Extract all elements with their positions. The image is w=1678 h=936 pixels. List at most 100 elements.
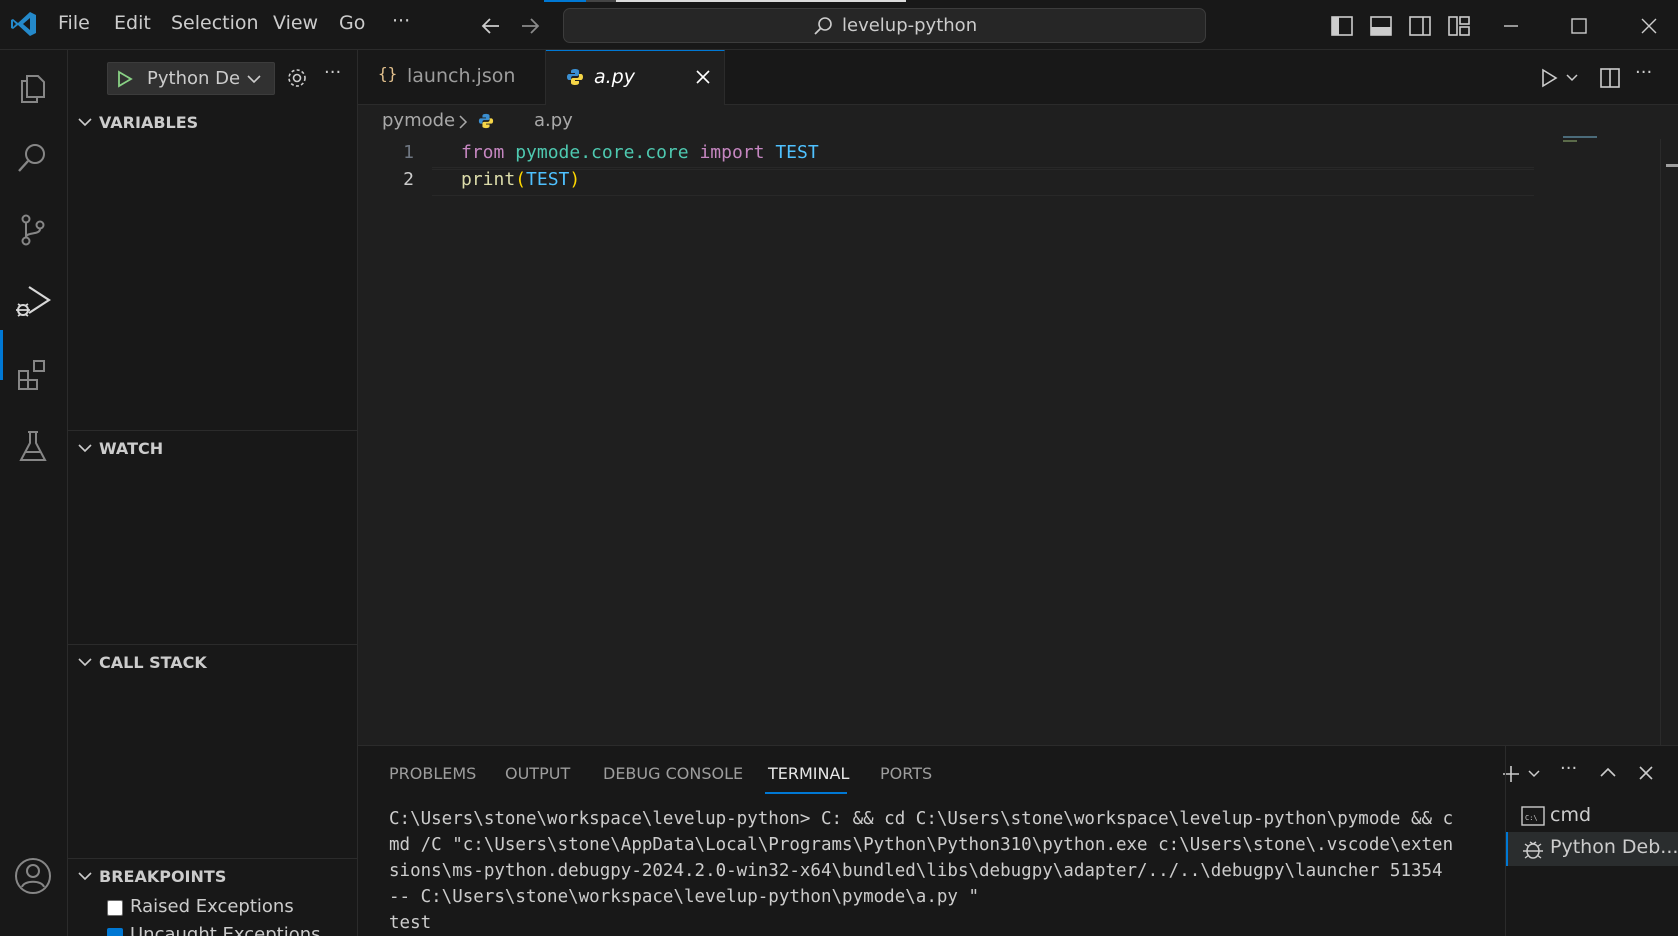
breadcrumb-folder[interactable]: pymode <box>382 110 455 131</box>
close-icon[interactable] <box>694 68 712 86</box>
debug-config-dropdown[interactable]: Python De <box>107 62 275 95</box>
menu-view[interactable]: View <box>273 12 318 34</box>
explorer-icon[interactable] <box>13 68 53 108</box>
braces-icon: {} <box>378 64 398 83</box>
terminal-item-cmd[interactable]: C:\ cmd <box>1506 801 1678 831</box>
line-number: 2 <box>403 169 414 190</box>
scrollbar-track[interactable] <box>1660 139 1661 745</box>
checkbox-uncaught-exceptions[interactable] <box>107 928 123 936</box>
terminal-name: cmd <box>1550 804 1592 826</box>
watch-header[interactable]: WATCH <box>68 434 358 464</box>
constant-token: TEST <box>775 142 819 163</box>
account-icon[interactable] <box>13 856 53 896</box>
panel-tab-terminal[interactable]: TERMINAL <box>768 764 849 783</box>
debug-bug-icon <box>1523 841 1543 859</box>
command-center-search[interactable]: levelup-python <box>563 8 1206 43</box>
variables-header[interactable]: VARIABLES <box>68 108 358 138</box>
editor-more-icon[interactable]: ··· <box>1635 62 1652 83</box>
menu-more[interactable]: ··· <box>392 10 410 32</box>
testing-icon[interactable] <box>13 427 53 467</box>
activity-bar <box>0 50 68 936</box>
scrollbar-cursor-marker <box>1666 164 1678 167</box>
breadcrumb-file[interactable]: a.py <box>534 110 573 131</box>
chevron-down-icon <box>78 118 92 127</box>
terminal-output[interactable]: C:\Users\stone\workspace\levelup-python>… <box>389 806 1459 936</box>
minimize-icon[interactable] <box>1500 15 1522 37</box>
split-editor-icon[interactable] <box>1598 66 1622 90</box>
title-bar: File Edit Selection View Go ··· levelup-… <box>0 0 1678 50</box>
forward-arrow-icon[interactable] <box>519 15 541 37</box>
toggle-primary-sidebar-icon[interactable] <box>1330 14 1354 38</box>
debug-sidebar: Python De ··· VARIABLES WATCH CALL STACK… <box>68 50 358 936</box>
minimap-line <box>1563 140 1577 142</box>
terminal-name: Python Deb... <box>1550 836 1678 858</box>
keyword-token: import <box>699 142 765 163</box>
back-arrow-icon[interactable] <box>480 15 502 37</box>
code-editor[interactable]: pymode a.py 1 2 from pymode.core.core im… <box>358 105 1678 745</box>
toggle-panel-icon[interactable] <box>1369 14 1393 38</box>
maximize-icon[interactable] <box>1568 15 1590 37</box>
divider <box>68 430 358 431</box>
module-token: pymode.core.core <box>515 142 689 163</box>
panel-tab-ports[interactable]: PORTS <box>880 764 932 783</box>
svg-text:C:\: C:\ <box>1525 814 1538 822</box>
watch-title: WATCH <box>99 439 164 458</box>
bottom-panel: PROBLEMS OUTPUT DEBUG CONSOLE TERMINAL P… <box>358 745 1678 936</box>
current-line-highlight <box>432 169 1534 196</box>
code-line-1: from pymode.core.core import TEST <box>461 142 819 163</box>
panel-tab-debug-console[interactable]: DEBUG CONSOLE <box>603 764 743 783</box>
chevron-right-icon <box>459 115 468 129</box>
panel-tab-output[interactable]: OUTPUT <box>505 764 570 783</box>
breakpoint-item[interactable]: Uncaught Exceptions <box>107 924 347 936</box>
panel-tab-problems[interactable]: PROBLEMS <box>389 764 476 783</box>
terminal-item-python-debug[interactable]: Python Deb... <box>1506 832 1678 866</box>
variables-title: VARIABLES <box>99 113 199 132</box>
chevron-down-icon <box>78 658 92 667</box>
tab-label: a.py <box>594 66 635 88</box>
active-indicator <box>0 330 3 380</box>
tab-a-py[interactable]: a.py <box>546 50 725 105</box>
paren-token: ) <box>569 169 581 190</box>
tab-launch-json[interactable]: {} launch.json <box>358 50 546 105</box>
source-control-icon[interactable] <box>13 210 53 250</box>
chevron-down-icon <box>247 75 261 84</box>
start-debugging-icon[interactable] <box>116 70 134 88</box>
python-icon <box>567 69 583 85</box>
python-icon <box>478 113 494 129</box>
toggle-secondary-sidebar-icon[interactable] <box>1408 14 1432 38</box>
close-window-icon[interactable] <box>1638 15 1660 37</box>
minimap-line <box>1563 136 1597 138</box>
checkbox-raised-exceptions[interactable] <box>107 900 123 916</box>
chevron-down-icon[interactable] <box>1565 72 1579 84</box>
run-python-file-icon[interactable] <box>1538 67 1560 89</box>
tab-label: launch.json <box>407 65 516 87</box>
divider <box>68 858 358 859</box>
menu-file[interactable]: File <box>58 12 90 34</box>
function-token: print <box>461 169 516 190</box>
breakpoint-item[interactable]: Raised Exceptions <box>107 896 347 922</box>
search-label: levelup-python <box>842 15 978 36</box>
gear-icon[interactable] <box>285 66 309 90</box>
terminal-cmd-icon: C:\ <box>1521 806 1545 826</box>
menu-edit[interactable]: Edit <box>114 12 151 34</box>
chevron-down-icon <box>78 872 92 881</box>
debug-config-label: Python De <box>147 68 241 89</box>
call-stack-header[interactable]: CALL STACK <box>68 648 358 678</box>
progress-bar <box>544 0 906 2</box>
code-line-2: print(TEST) <box>461 169 580 190</box>
customize-layout-icon[interactable] <box>1447 14 1471 38</box>
active-tab-underline <box>765 792 847 794</box>
menu-selection[interactable]: Selection <box>171 12 259 34</box>
keyword-token: from <box>461 142 505 163</box>
more-actions-icon[interactable]: ··· <box>324 62 341 83</box>
editor-tabs: {} launch.json a.py ··· <box>358 50 1678 105</box>
search-view-icon[interactable] <box>13 138 53 178</box>
terminal-list: C:\ cmd Python Deb... <box>1505 746 1678 936</box>
line-number: 1 <box>403 142 414 163</box>
extensions-icon[interactable] <box>13 355 53 395</box>
menu-go[interactable]: Go <box>339 12 365 34</box>
line-divider <box>432 167 1534 168</box>
breakpoints-header[interactable]: BREAKPOINTS <box>68 862 358 892</box>
paren-token: ( <box>515 169 527 190</box>
run-and-debug-icon[interactable] <box>13 282 53 322</box>
